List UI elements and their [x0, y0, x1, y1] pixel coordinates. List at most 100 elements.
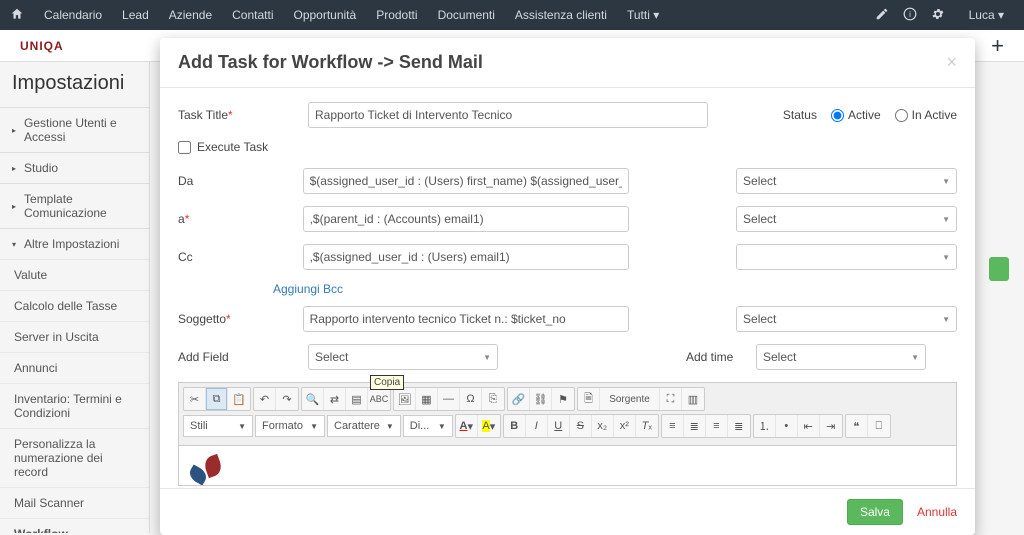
task-title-input[interactable]: [308, 102, 708, 128]
nav-opportunita[interactable]: Opportunità: [283, 8, 366, 22]
sidebar-section-altre[interactable]: ▾Altre Impostazioni: [0, 228, 149, 259]
edit-icon[interactable]: [875, 7, 889, 24]
anchor-icon[interactable]: ⚑: [552, 388, 574, 410]
svg-text:i: i: [909, 9, 911, 18]
sidebar-item-valute[interactable]: Valute: [0, 259, 149, 290]
nav-prodotti[interactable]: Prodotti: [366, 8, 427, 22]
styles-dropdown[interactable]: Stili▼: [183, 415, 253, 437]
sidebar-item-tasse[interactable]: Calcolo delle Tasse: [0, 290, 149, 321]
close-icon[interactable]: ×: [946, 52, 957, 73]
showblocks-icon[interactable]: ▥: [682, 388, 704, 410]
pagebreak-icon[interactable]: ⎘: [482, 388, 504, 410]
execute-task-label: Execute Task: [197, 140, 268, 154]
link-icon[interactable]: 🔗: [508, 388, 530, 410]
size-dropdown[interactable]: Di...▼: [403, 415, 453, 437]
cut-icon[interactable]: ✂: [184, 388, 206, 410]
add-field-select[interactable]: Select▼: [308, 344, 498, 370]
cc-input[interactable]: [303, 244, 629, 270]
nav-tutti[interactable]: Tutti ▾: [617, 8, 669, 22]
cc-select[interactable]: ▼: [736, 244, 957, 270]
cancel-button[interactable]: Annulla: [917, 505, 957, 519]
replace-icon[interactable]: ⇄: [324, 388, 346, 410]
alignleft-icon[interactable]: ≡: [662, 415, 684, 437]
sidebar-item-annunci[interactable]: Annunci: [0, 352, 149, 383]
nav-calendario[interactable]: Calendario: [34, 8, 112, 22]
editor-content[interactable]: [178, 446, 957, 486]
bulletedlist-icon[interactable]: •: [776, 415, 798, 437]
specialchar-icon[interactable]: Ω: [460, 388, 482, 410]
nav-documenti[interactable]: Documenti: [428, 8, 505, 22]
spellcheck-icon[interactable]: ABC: [368, 388, 390, 410]
redo-icon[interactable]: ↷: [276, 388, 298, 410]
gear-icon[interactable]: [931, 7, 945, 24]
div-icon[interactable]: ⎕: [868, 415, 890, 437]
user-menu[interactable]: Luca ▾: [959, 8, 1014, 22]
bold-icon[interactable]: B: [504, 415, 526, 437]
alignright-icon[interactable]: ≡: [706, 415, 728, 437]
a-label: a*: [178, 212, 303, 226]
da-select[interactable]: Select▼: [736, 168, 957, 194]
radio-active[interactable]: Active: [831, 108, 881, 122]
soggetto-input[interactable]: [303, 306, 629, 332]
sidebar-item-inventario[interactable]: Inventario: Termini e Condizioni: [0, 383, 149, 428]
find-icon[interactable]: 🔍: [302, 388, 324, 410]
nav-lead[interactable]: Lead: [112, 8, 159, 22]
modal-title: Add Task for Workflow -> Send Mail: [178, 52, 483, 73]
sidebar-item-workflow[interactable]: Workflow: [0, 518, 149, 533]
plus-icon[interactable]: +: [991, 33, 1004, 59]
nav-aziende[interactable]: Aziende: [159, 8, 222, 22]
sidebar-item-numerazione[interactable]: Personalizza la numerazione dei record: [0, 428, 149, 487]
undo-icon[interactable]: ↶: [254, 388, 276, 410]
outdent-icon[interactable]: ⇤: [798, 415, 820, 437]
add-task-modal: Add Task for Workflow -> Send Mail × Tas…: [160, 38, 975, 535]
superscript-icon[interactable]: x²: [614, 415, 636, 437]
table-icon[interactable]: ▦: [416, 388, 438, 410]
sidebar-item-server[interactable]: Server in Uscita: [0, 321, 149, 352]
top-nav: Calendario Lead Aziende Contatti Opportu…: [0, 0, 1024, 30]
a-select[interactable]: Select▼: [736, 206, 957, 232]
paste-icon[interactable]: 📋: [228, 388, 250, 410]
nav-assistenza[interactable]: Assistenza clienti: [505, 8, 617, 22]
sidebar-section-template[interactable]: ▸Template Comunicazione: [0, 183, 149, 228]
nav-contatti[interactable]: Contatti: [222, 8, 283, 22]
image-icon[interactable]: 🖼: [394, 388, 416, 410]
unlink-icon[interactable]: ⛓: [530, 388, 552, 410]
textcolor-icon[interactable]: A▾: [456, 415, 478, 437]
soggetto-select[interactable]: Select▼: [736, 306, 957, 332]
sidebar-section-gestione[interactable]: ▸Gestione Utenti e Accessi: [0, 107, 149, 152]
copy-icon[interactable]: ⧉: [206, 388, 228, 410]
subscript-icon[interactable]: x₂: [592, 415, 614, 437]
execute-task-checkbox[interactable]: [178, 141, 191, 154]
selectall-icon[interactable]: ▤: [346, 388, 368, 410]
aligncenter-icon[interactable]: ≣: [684, 415, 706, 437]
indent-icon[interactable]: ⇥: [820, 415, 842, 437]
removeformat-icon[interactable]: Tₓ: [636, 415, 658, 437]
blockquote-icon[interactable]: ❝: [846, 415, 868, 437]
justify-icon[interactable]: ≣: [728, 415, 750, 437]
font-dropdown[interactable]: Carattere▼: [327, 415, 401, 437]
sidebar-item-mailscanner[interactable]: Mail Scanner: [0, 487, 149, 518]
hr-icon[interactable]: ―: [438, 388, 460, 410]
bgcolor-icon[interactable]: A▾: [478, 415, 500, 437]
maximize-icon[interactable]: ⛶: [660, 388, 682, 410]
info-icon[interactable]: i: [903, 7, 917, 24]
status-label: Status: [783, 108, 817, 122]
add-field-label: Add Field: [178, 350, 308, 364]
numberedlist-icon[interactable]: ⒈: [754, 415, 776, 437]
save-button[interactable]: Salva: [847, 499, 903, 525]
underline-icon[interactable]: U: [548, 415, 570, 437]
italic-icon[interactable]: I: [526, 415, 548, 437]
format-dropdown[interactable]: Formato▼: [255, 415, 325, 437]
source-button[interactable]: Sorgente: [600, 388, 660, 410]
a-input[interactable]: [303, 206, 629, 232]
strike-icon[interactable]: S: [570, 415, 592, 437]
add-bcc-link[interactable]: Aggiungi Bcc: [273, 282, 957, 296]
da-input[interactable]: [303, 168, 629, 194]
doc-icon[interactable]: 🗎: [578, 388, 600, 410]
home-icon[interactable]: [10, 7, 24, 24]
refresh-button-bg[interactable]: [989, 257, 1009, 281]
sidebar-section-studio[interactable]: ▸Studio: [0, 152, 149, 183]
add-time-select[interactable]: Select▼: [756, 344, 926, 370]
radio-inactive[interactable]: In Active: [895, 108, 957, 122]
add-time-label: Add time: [686, 350, 756, 364]
